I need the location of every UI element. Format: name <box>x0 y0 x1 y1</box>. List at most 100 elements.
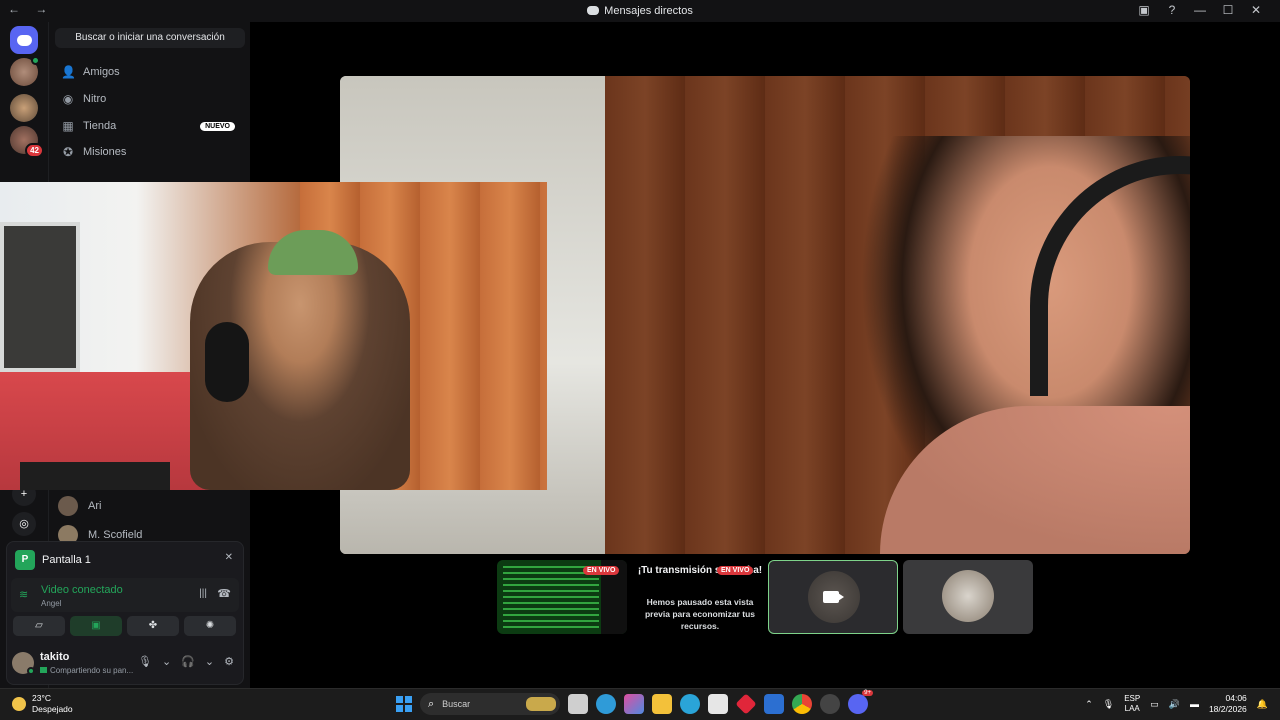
dm-user-ari[interactable]: Ari <box>58 496 101 516</box>
connection-status-text[interactable]: Video conectado <box>41 584 123 596</box>
stop-stream-icon[interactable]: ✕ <box>225 552 233 563</box>
pip-microphone <box>205 322 249 402</box>
nav-quests-label: Misiones <box>83 146 127 158</box>
diamond-app-icon[interactable] <box>735 693 757 715</box>
colorful-app-icon[interactable] <box>624 694 644 714</box>
share-screen-button[interactable]: ▣ <box>70 616 122 636</box>
temperature: 23°C <box>32 693 51 703</box>
nav-nitro-label: Nitro <box>83 93 107 105</box>
user-status-text: Compartiendo su pan... <box>50 666 134 675</box>
language-indicator[interactable]: ESP LAA <box>1124 694 1140 714</box>
stream-source-label: Pantalla 1 <box>42 554 91 566</box>
file-explorer-icon[interactable] <box>652 694 672 714</box>
store-icon[interactable] <box>708 694 728 714</box>
status-dot <box>31 56 40 65</box>
avatar <box>58 496 78 516</box>
streaming-icon <box>40 667 47 673</box>
microphone-tray-icon[interactable]: 🎙 <box>1103 699 1114 710</box>
unread-badge: 42 <box>25 143 44 158</box>
network-icon[interactable]: ▭ <box>1150 699 1159 710</box>
live-badge: EN VIVO <box>583 566 620 575</box>
chevron-up-icon[interactable]: ⌃ <box>1085 699 1093 710</box>
server-avatar-1[interactable] <box>10 56 40 86</box>
mail-icon[interactable] <box>764 694 784 714</box>
start-button[interactable] <box>396 696 412 712</box>
chevron-down-icon[interactable]: ⌄ <box>162 655 171 668</box>
signal-icon[interactable]: ≋ <box>19 588 28 601</box>
close-button[interactable]: ✕ <box>1242 3 1270 17</box>
discord-icon <box>587 6 600 15</box>
help-icon[interactable]: ? <box>1158 3 1186 17</box>
stream-source[interactable]: P Pantalla 1 <box>15 550 91 570</box>
edge-icon[interactable] <box>680 694 700 714</box>
inbox-icon[interactable]: ▣ <box>1130 3 1158 17</box>
nav-quests[interactable]: ✪ Misiones <box>55 140 245 164</box>
user-panel: takito Compartiendo su pan... 🎙 ⌄ 🎧 ⌄ ⚙ <box>6 646 244 680</box>
status-dot <box>27 667 35 675</box>
obs-icon[interactable] <box>820 694 840 714</box>
dm-user-name: M. Scofield <box>88 529 143 541</box>
screen-share-icon: P <box>15 550 35 570</box>
avatar <box>942 570 994 622</box>
clock[interactable]: 04:06 18/2/2026 <box>1209 693 1247 715</box>
video-camera-icon <box>823 591 844 603</box>
user-tile[interactable] <box>903 560 1033 634</box>
settings-gear-icon[interactable]: ⚙ <box>224 655 234 668</box>
taskbar-search[interactable]: ⌕ Buscar <box>420 693 560 715</box>
battery-icon[interactable]: ▬ <box>1190 699 1199 709</box>
noise-suppression-icon[interactable]: ||| <box>199 588 207 599</box>
task-view-icon[interactable] <box>568 694 588 714</box>
window-title-text: Mensajes directos <box>604 5 693 17</box>
nav-nitro[interactable]: ◉ Nitro <box>55 87 245 111</box>
username[interactable]: takito <box>40 651 69 663</box>
server-avatar-2[interactable] <box>10 94 38 122</box>
weather-condition: Despejado <box>32 704 73 714</box>
dm-user-name: Ari <box>88 500 102 512</box>
discord-taskbar-icon[interactable]: 9+ <box>848 690 873 714</box>
activities-button[interactable]: ✤ <box>127 616 179 636</box>
soundboard-button[interactable]: ✺ <box>184 616 236 636</box>
taskbar-search-placeholder: Buscar <box>442 699 471 709</box>
server-avatar-3[interactable]: 42 <box>10 126 44 158</box>
search-highlight-icon <box>526 697 556 711</box>
explore-icon[interactable]: ◎ <box>12 512 36 536</box>
window-title: Mensajes directos <box>0 5 1280 17</box>
nav-friends[interactable]: 👤 Amigos <box>55 60 245 84</box>
search-conversation-button[interactable]: Buscar o iniciar una conversación <box>55 28 245 48</box>
stream-preview-content <box>503 566 599 630</box>
nitro-icon: ◉ <box>62 92 74 106</box>
stream-thumbnail[interactable]: EN VIVO <box>497 560 627 634</box>
headphones-icon[interactable]: 🎧 <box>181 655 195 668</box>
nav-shop[interactable]: ▦ Tienda NUEVO <box>55 114 245 138</box>
friends-icon: 👤 <box>61 65 76 79</box>
copilot-icon[interactable] <box>596 694 616 714</box>
live-badge: EN VIVO <box>717 566 754 575</box>
discord-badge: 9+ <box>862 690 873 696</box>
volume-icon[interactable]: 🔊 <box>1169 699 1180 710</box>
camera-tile[interactable] <box>768 560 898 634</box>
new-badge: NUEVO <box>200 121 235 131</box>
shop-icon: ▦ <box>62 119 74 133</box>
disconnect-icon[interactable]: ☎ <box>217 587 231 600</box>
maximize-button[interactable]: ☐ <box>1214 3 1242 17</box>
camera-off-button[interactable]: ▱ <box>13 616 65 636</box>
paused-preview-tile[interactable]: ¡Tu transmisión s marcha! EN VIVO Hemos … <box>635 560 765 634</box>
date: 18/2/2026 <box>1208 704 1247 714</box>
weather-widget[interactable]: 23°C Despejado <box>12 693 73 715</box>
chevron-down-icon[interactable]: ⌄ <box>205 655 214 668</box>
quests-icon: ✪ <box>62 145 74 159</box>
microphone-icon[interactable]: 🎙 <box>138 655 152 668</box>
video-pip[interactable] <box>0 182 547 490</box>
chrome-icon[interactable] <box>792 694 812 714</box>
home-button[interactable] <box>10 26 38 54</box>
notification-bell-icon[interactable]: 🔔 <box>1257 699 1268 710</box>
lang-line1: ESP <box>1124 694 1141 703</box>
lang-line2: LAA <box>1124 704 1140 713</box>
nav-friends-label: Amigos <box>83 66 120 78</box>
channel-name[interactable]: Angel <box>41 599 61 608</box>
moon-icon <box>12 697 26 711</box>
nav-shop-label: Tienda <box>83 120 117 132</box>
title-bar: ← → Mensajes directos ▣ ? — ☐ ✕ <box>0 0 1280 22</box>
system-tray: ⌃ 🎙 ESP LAA ▭ 🔊 ▬ 04:06 18/2/2026 🔔 <box>1085 693 1268 715</box>
minimize-button[interactable]: — <box>1186 3 1214 17</box>
